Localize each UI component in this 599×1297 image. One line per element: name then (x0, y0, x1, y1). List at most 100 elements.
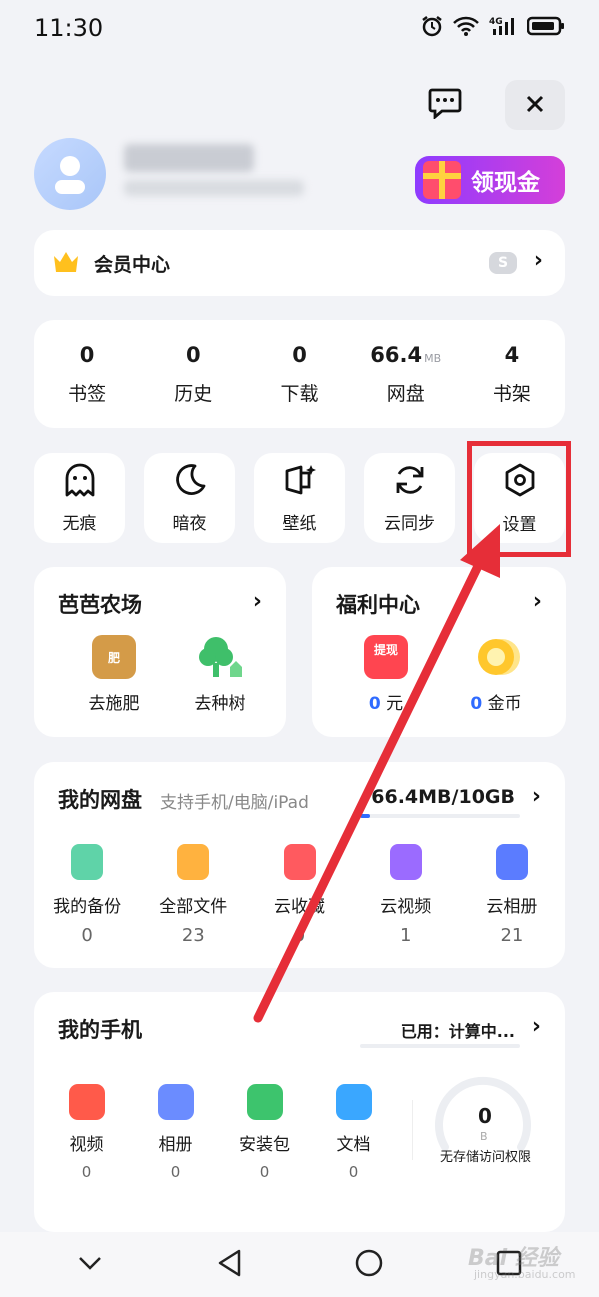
farm-plant-tree[interactable]: 去种树 (180, 635, 260, 714)
cloud-disk-usage-bar (360, 814, 520, 818)
album-icon (157, 1084, 194, 1120)
disk-item-count: 1 (399, 925, 412, 946)
tool-dark-mode[interactable]: 暗夜 (144, 453, 235, 543)
disk-item-label: 云收藏 (274, 897, 325, 917)
cloud-disk-usage-fill (360, 814, 370, 818)
baidu-watermark: Bai 经验 jingyan.baidu.com (462, 1236, 582, 1284)
ghost-icon (64, 463, 96, 501)
chevron-down-icon (78, 1255, 102, 1275)
nav-home-button[interactable] (339, 1240, 399, 1290)
stat-value: 0 (185, 342, 201, 367)
tool-label: 无痕 (62, 513, 97, 534)
tool-cloud-sync[interactable]: 云同步 (364, 453, 455, 543)
stat-label: 书架 (492, 382, 531, 405)
phone-item-album[interactable]: 相册 0 (131, 1084, 220, 1181)
phone-item-label: 视频 (69, 1135, 104, 1155)
phone-item-count: 0 (81, 1163, 92, 1181)
stat-downloads[interactable]: 0 下载 (246, 320, 352, 428)
disk-item-label: 我的备份 (53, 897, 122, 917)
stat-bookshelf[interactable]: 4 书架 (459, 320, 565, 428)
tool-wallpaper[interactable]: 壁纸 (254, 453, 345, 543)
cloud-disk-title: 我的网盘 (58, 788, 142, 812)
phone-item-video[interactable]: 视频 0 (42, 1084, 131, 1181)
disk-item-all-files[interactable]: 全部文件 23 (140, 844, 246, 946)
farm-fertilize[interactable]: 肥 去施肥 (74, 635, 154, 714)
phone-item-count: 0 (170, 1163, 181, 1181)
coin-icon (474, 635, 520, 679)
phone-item-label: 相册 (158, 1135, 193, 1155)
user-info-blurred (124, 180, 304, 196)
nav-back-button[interactable] (200, 1240, 260, 1290)
cloud-favorite-icon (283, 844, 316, 880)
cloud-disk-card[interactable]: 我的网盘 支持手机/电脑/iPad 66.4MB/10GB › 我的备份 0 全… (34, 762, 565, 968)
avatar[interactable] (34, 138, 106, 210)
disk-item-count: 21 (500, 925, 524, 946)
cloud-disk-subtitle: 支持手机/电脑/iPad (160, 793, 309, 813)
storage-gauge-value: 0 (478, 1104, 492, 1128)
gift-icon (423, 161, 461, 199)
cloud-disk-usage: 66.4MB/10GB (371, 786, 515, 808)
username-blurred[interactable] (124, 144, 254, 172)
stat-value: 4 (504, 342, 520, 367)
fertilizer-icon: 肥 (92, 635, 136, 679)
welfare-cash[interactable]: 提现 0 元 (346, 635, 426, 714)
phone-item-label: 文档 (336, 1135, 371, 1155)
settings-highlight-box (467, 441, 571, 557)
message-button[interactable] (415, 80, 475, 130)
farm-title: 芭芭农场 (58, 593, 142, 617)
welfare-cash-label: 0 元 (368, 694, 404, 714)
phone-item-count: 0 (348, 1163, 359, 1181)
welfare-coins-label: 0 金币 (470, 694, 522, 714)
folder-icon (177, 844, 210, 880)
stat-value: 66.4 MB (370, 342, 442, 367)
stats-card: 0 书签 0 历史 0 下载 66.4 MB 网盘 4 书架 (34, 320, 565, 428)
phone-item-apk[interactable]: 安装包 0 (220, 1084, 309, 1181)
vip-level-badge: S (489, 252, 517, 274)
chevron-right-icon: › (532, 589, 542, 614)
disk-item-backup[interactable]: 我的备份 0 (34, 844, 140, 946)
close-button[interactable] (505, 80, 565, 130)
nav-collapse-button[interactable] (60, 1240, 120, 1290)
my-phone-title: 我的手机 (58, 1018, 142, 1042)
video-play-icon (389, 844, 422, 880)
home-circle-icon (355, 1249, 383, 1281)
crown-icon (52, 250, 80, 274)
phone-item-docs[interactable]: 文档 0 (309, 1084, 398, 1181)
phone-item-count: 0 (259, 1163, 270, 1181)
disk-item-count: 0 (293, 925, 306, 946)
sync-icon (393, 463, 427, 501)
moon-icon (173, 463, 207, 501)
vip-center-row[interactable]: 会员中心 S › (34, 230, 565, 296)
android-icon (246, 1084, 283, 1120)
tool-incognito[interactable]: 无痕 (34, 453, 125, 543)
stat-history[interactable]: 0 历史 (140, 320, 246, 428)
disk-item-cloud-favorites[interactable]: 云收藏 0 (246, 844, 352, 946)
my-phone-card[interactable]: 我的手机 已用：计算中... › 视频 0 相册 0 安装包 0 文档 0 0 … (34, 992, 565, 1232)
message-icon (428, 87, 462, 123)
video-icon (68, 1084, 105, 1120)
status-bar: 11:30 4G (0, 0, 599, 60)
close-icon (526, 90, 544, 120)
welfare-coins[interactable]: 0 金币 (456, 635, 536, 714)
stat-label: 历史 (174, 382, 213, 405)
claim-cash-label: 领现金 (471, 170, 540, 196)
divider (412, 1100, 413, 1160)
farm-fertilize-label: 去施肥 (88, 694, 140, 714)
stat-value: 0 (79, 342, 95, 367)
backup-icon (71, 844, 104, 880)
tool-label: 壁纸 (282, 513, 317, 534)
document-icon (335, 1084, 372, 1120)
disk-item-cloud-video[interactable]: 云视频 1 (353, 844, 459, 946)
disk-item-cloud-album[interactable]: 云相册 21 (459, 844, 565, 946)
welfare-card[interactable]: 福利中心 › 提现 0 元 0 金币 (312, 567, 566, 737)
claim-cash-button[interactable]: 领现金 (415, 156, 565, 204)
farm-card[interactable]: 芭芭农场 › 肥 去施肥 去种树 (34, 567, 286, 737)
alarm-icon (421, 15, 443, 37)
stat-bookmarks[interactable]: 0 书签 (34, 320, 140, 428)
disk-item-label: 云视频 (380, 897, 432, 917)
status-time: 11:30 (34, 14, 104, 42)
stat-label: 网盘 (386, 382, 425, 405)
no-storage-permission[interactable]: 无存储访问权限 (440, 1150, 540, 1166)
stat-cloud-disk[interactable]: 66.4 MB 网盘 (353, 320, 459, 428)
phone-storage-bar (360, 1044, 520, 1048)
